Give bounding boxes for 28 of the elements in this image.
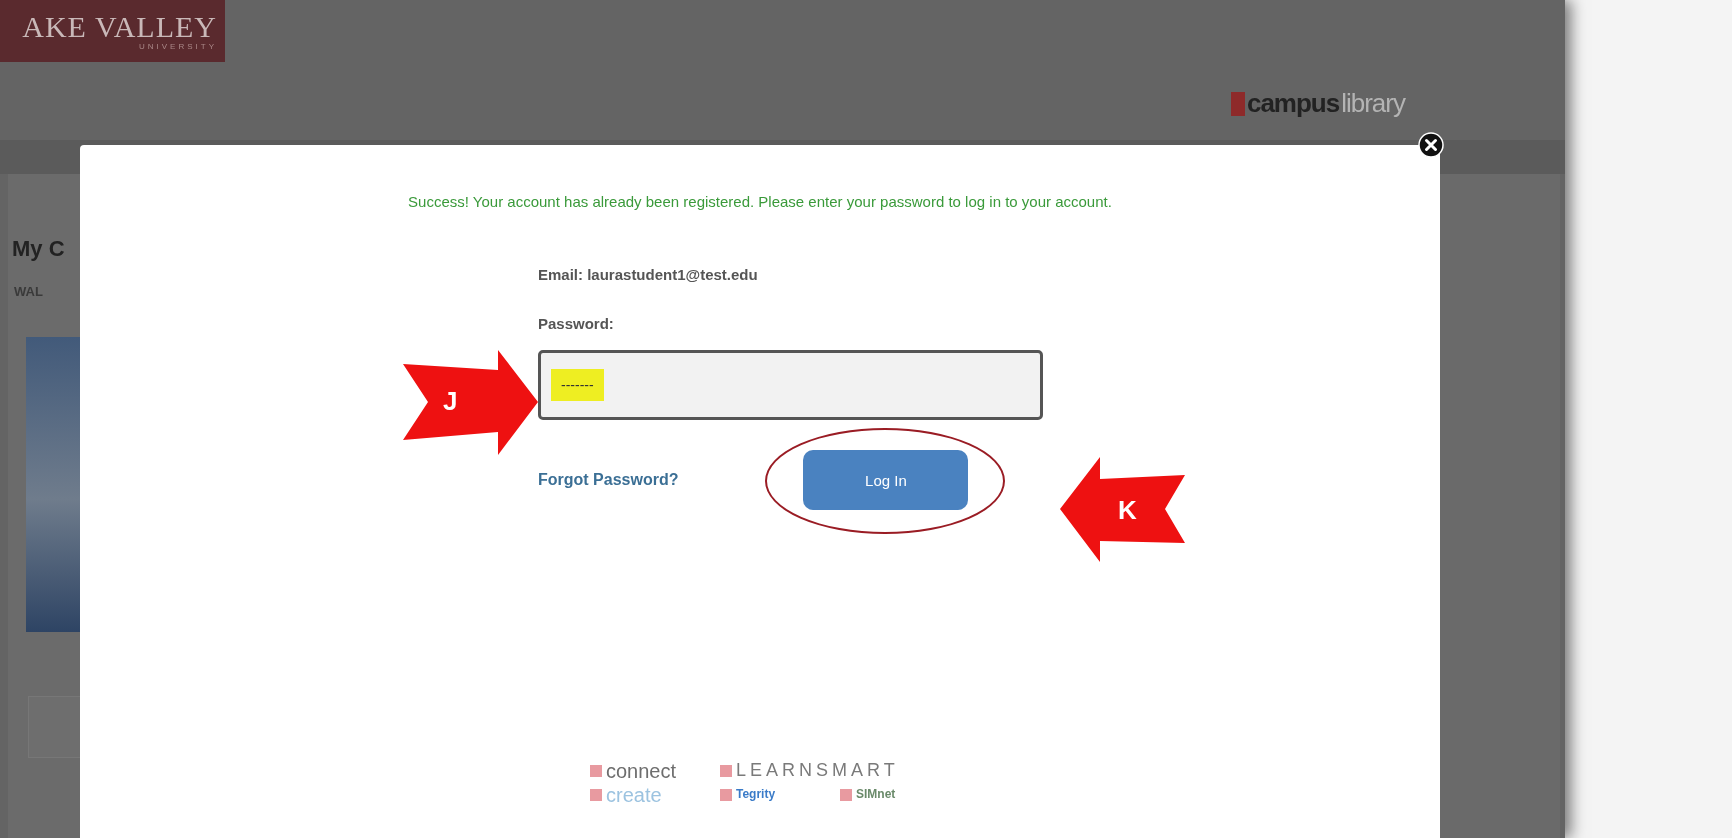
product-logo: create — [606, 784, 662, 806]
product-logo: connect — [606, 760, 677, 782]
password-field[interactable]: ------- — [538, 350, 1043, 420]
page-heading: My C — [12, 236, 66, 262]
brand-name: campus — [1246, 88, 1340, 119]
annotation-label: K — [1118, 495, 1137, 526]
password-value: ------- — [551, 369, 604, 401]
logo-square-icon — [590, 765, 602, 777]
product-logo: SIMnet — [856, 788, 896, 802]
university-logo[interactable]: AKE VALLEY UNIVERSITY — [0, 0, 225, 62]
login-button[interactable]: Log In — [803, 450, 969, 510]
brand-name-suffix: library — [1341, 88, 1405, 119]
password-label: Password: — [538, 315, 615, 332]
email-label: Email: laurastudent1@test.edu — [538, 266, 759, 283]
product-logo: LEARNSMART — [736, 761, 899, 781]
close-icon[interactable] — [1418, 132, 1444, 158]
logo-square-icon — [590, 789, 602, 801]
logo-subtitle: UNIVERSITY — [139, 41, 217, 51]
annotation-label: J — [443, 386, 458, 417]
logo-square-icon — [720, 789, 732, 801]
product-logo: Tegrity — [736, 788, 776, 802]
forgot-password-link[interactable]: Forgot Password? — [538, 471, 679, 489]
brand-mark-icon — [1230, 91, 1245, 116]
logo-square-icon — [720, 765, 732, 777]
logo-square-icon — [840, 789, 852, 801]
logo-name: AKE VALLEY — [22, 11, 217, 42]
annotation-arrow-icon — [403, 350, 538, 455]
success-message: Success! Your account has already been registered. Please enter your password to log in to your account. — [407, 192, 1113, 210]
